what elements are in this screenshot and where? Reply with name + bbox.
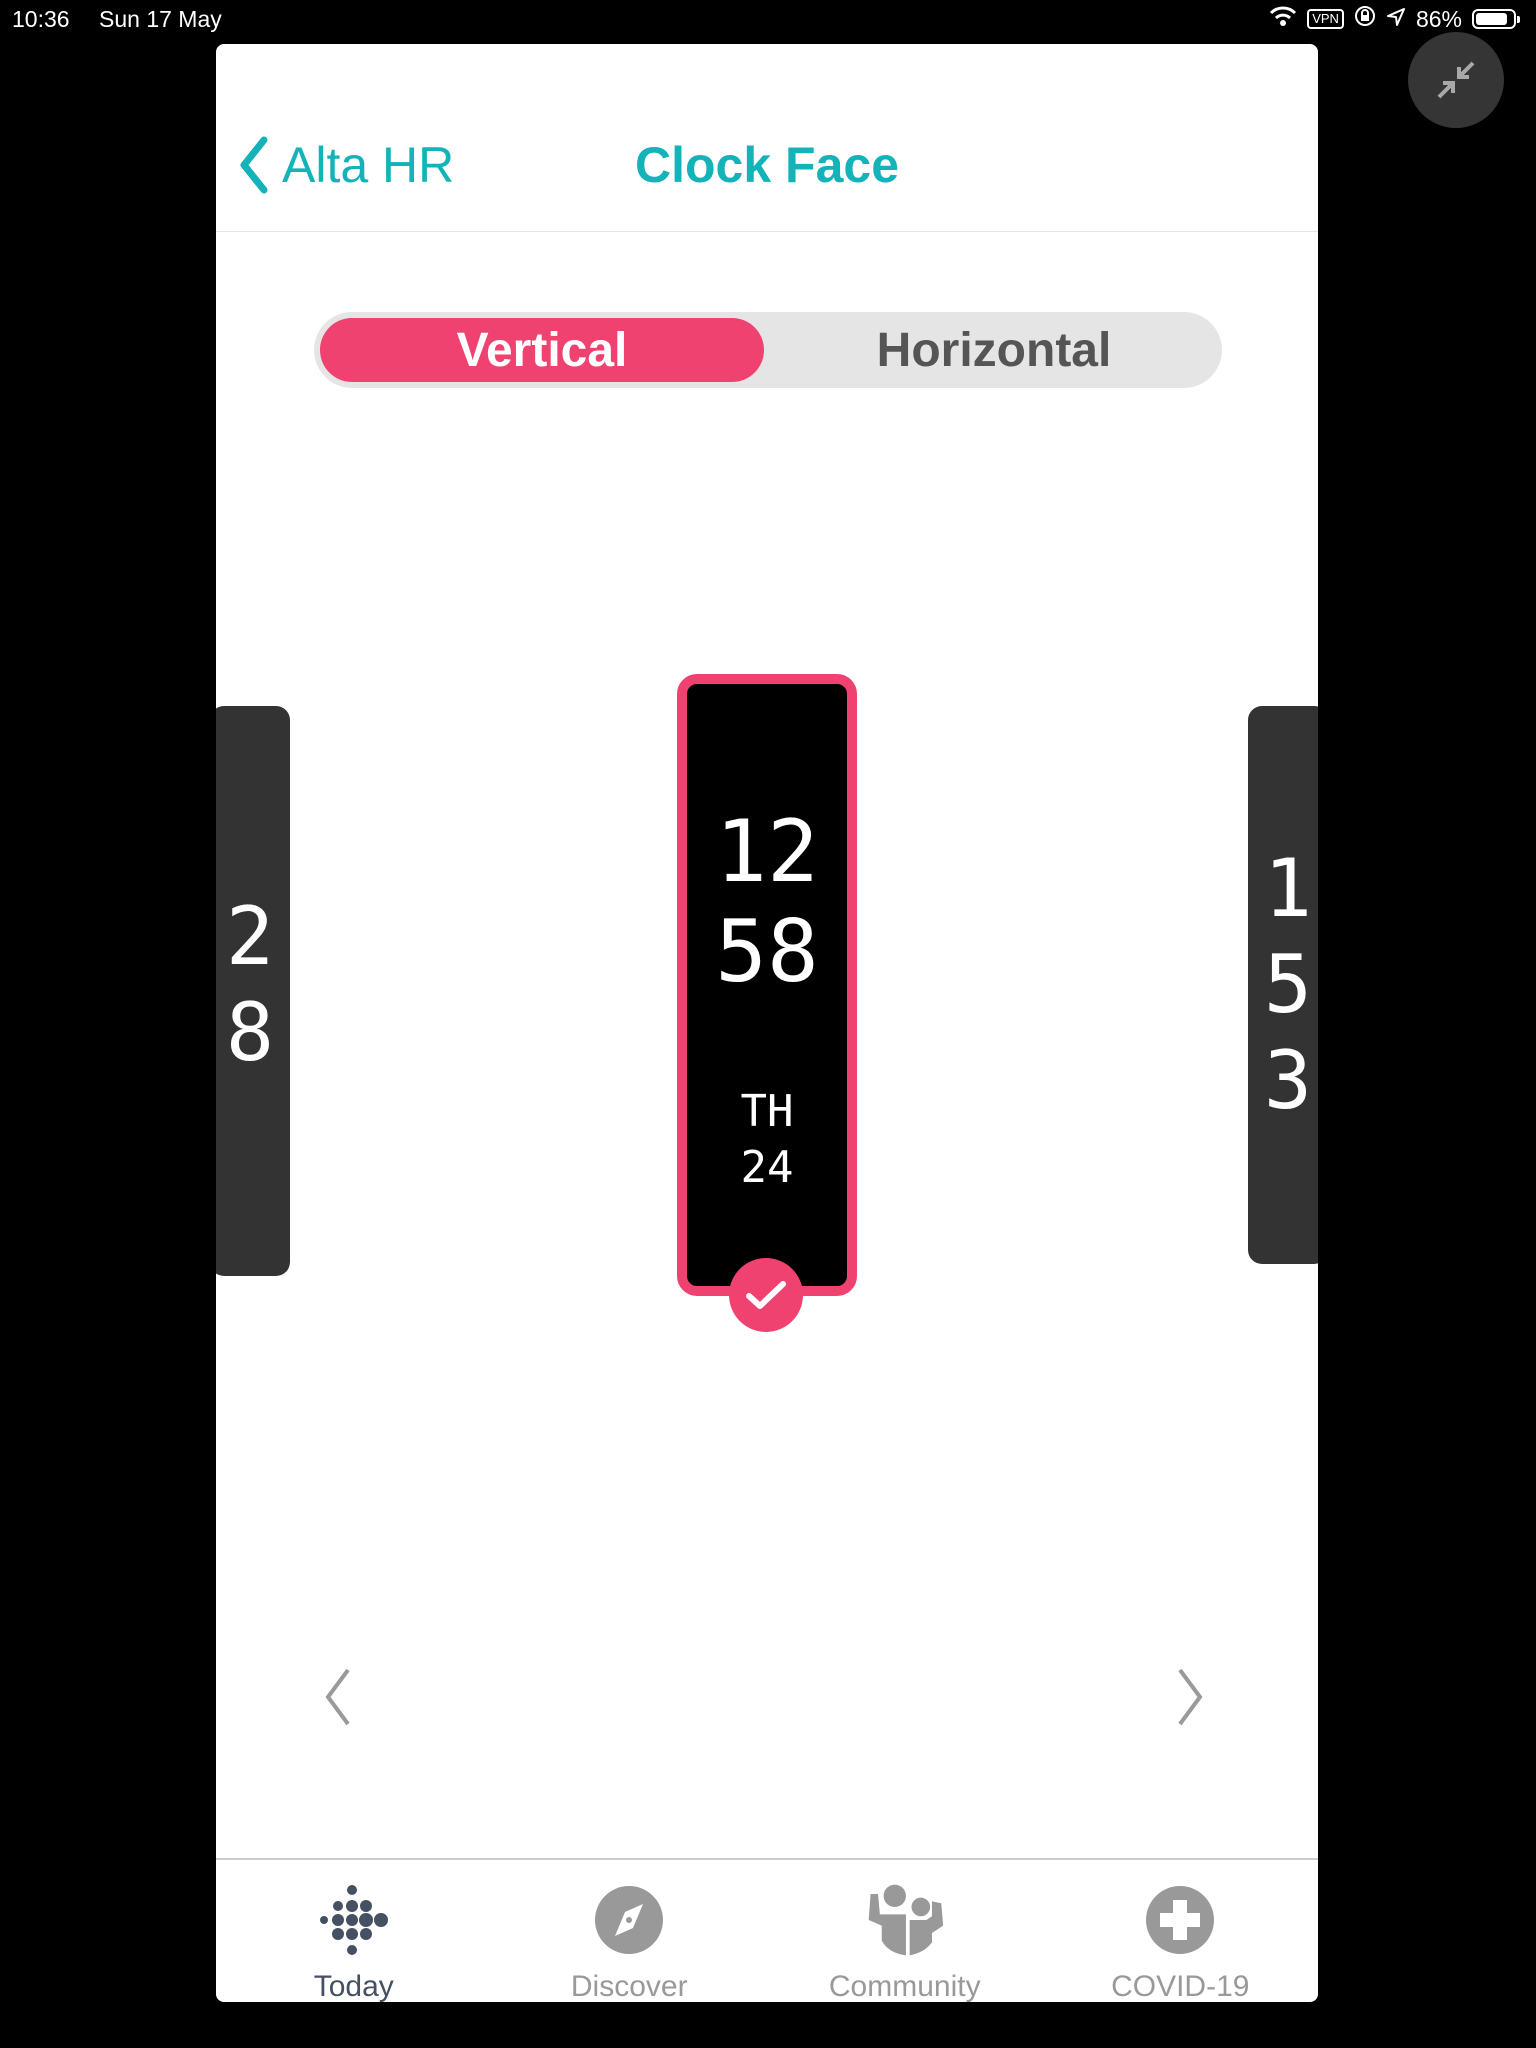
clock-digit: 3	[1263, 1034, 1313, 1127]
clock-day: TH	[740, 1086, 794, 1137]
fitbit-dots-icon	[314, 1880, 394, 1960]
clock-minute: 58	[715, 902, 819, 1002]
tab-covid-19[interactable]: COVID-19	[1043, 1860, 1319, 2002]
status-bar: 10:36 Sun 17 May VPN 86%	[0, 0, 1536, 40]
next-clock-face[interactable]: 1 5 3	[1248, 706, 1318, 1264]
chevron-left-icon	[325, 1668, 350, 1726]
tab-label: Community	[828, 1970, 981, 2002]
location-icon	[1386, 6, 1406, 33]
clock-time: 12 58	[687, 802, 847, 1002]
orientation-lock-icon	[1354, 5, 1376, 33]
segment-vertical[interactable]: Vertical	[320, 318, 764, 382]
next-face-button[interactable]	[1176, 1666, 1206, 1731]
clock-day-number: 24	[740, 1142, 794, 1193]
battery-percent: 86%	[1415, 5, 1462, 32]
tab-discover[interactable]: Discover	[492, 1860, 768, 2002]
compass-icon	[589, 1880, 669, 1960]
clock-digit: 8	[225, 986, 275, 1079]
selected-clock-face[interactable]: 12 58 TH 24	[677, 674, 857, 1296]
chevron-right-icon	[1178, 1668, 1203, 1726]
checkmark-icon	[746, 1281, 786, 1309]
medical-cross-icon	[1140, 1880, 1220, 1960]
clock-digit: 2	[225, 890, 275, 983]
orientation-segmented-control: Vertical Horizontal	[314, 312, 1222, 388]
shrink-arrows-icon	[1437, 61, 1475, 99]
tab-label: Discover	[570, 1970, 688, 2002]
clock-face-panel: Alta HR Clock Face Vertical Horizontal 2…	[216, 44, 1318, 2002]
status-date: Sun 17 May	[99, 6, 222, 32]
segment-horizontal[interactable]: Horizontal	[772, 318, 1216, 382]
previous-face-button[interactable]	[322, 1666, 352, 1731]
clock-hour: 12	[715, 802, 819, 902]
wifi-icon	[1269, 5, 1297, 33]
selected-checkmark-badge	[729, 1258, 803, 1332]
status-time: 10:36	[12, 6, 70, 32]
clock-digit: 5	[1263, 938, 1313, 1031]
battery-icon	[1472, 9, 1520, 29]
tab-label: COVID-19	[1111, 1970, 1250, 2002]
tab-label: Today	[313, 1970, 394, 2002]
exit-fullscreen-button[interactable]	[1408, 32, 1504, 128]
navigation-bar: Alta HR Clock Face	[216, 44, 1318, 232]
clock-date: TH 24	[687, 1084, 847, 1196]
clock-digit: 1	[1263, 842, 1313, 935]
community-icon	[865, 1880, 945, 1960]
tab-today[interactable]: Today	[216, 1860, 492, 2002]
vpn-badge: VPN	[1307, 9, 1344, 29]
battery-fill	[1476, 13, 1507, 25]
previous-clock-face[interactable]: 2 8	[216, 706, 290, 1276]
tab-bar: Today Discover Community COVID-19	[216, 1858, 1318, 2002]
tab-community[interactable]: Community	[767, 1860, 1043, 2002]
page-title: Clock Face	[634, 137, 899, 193]
